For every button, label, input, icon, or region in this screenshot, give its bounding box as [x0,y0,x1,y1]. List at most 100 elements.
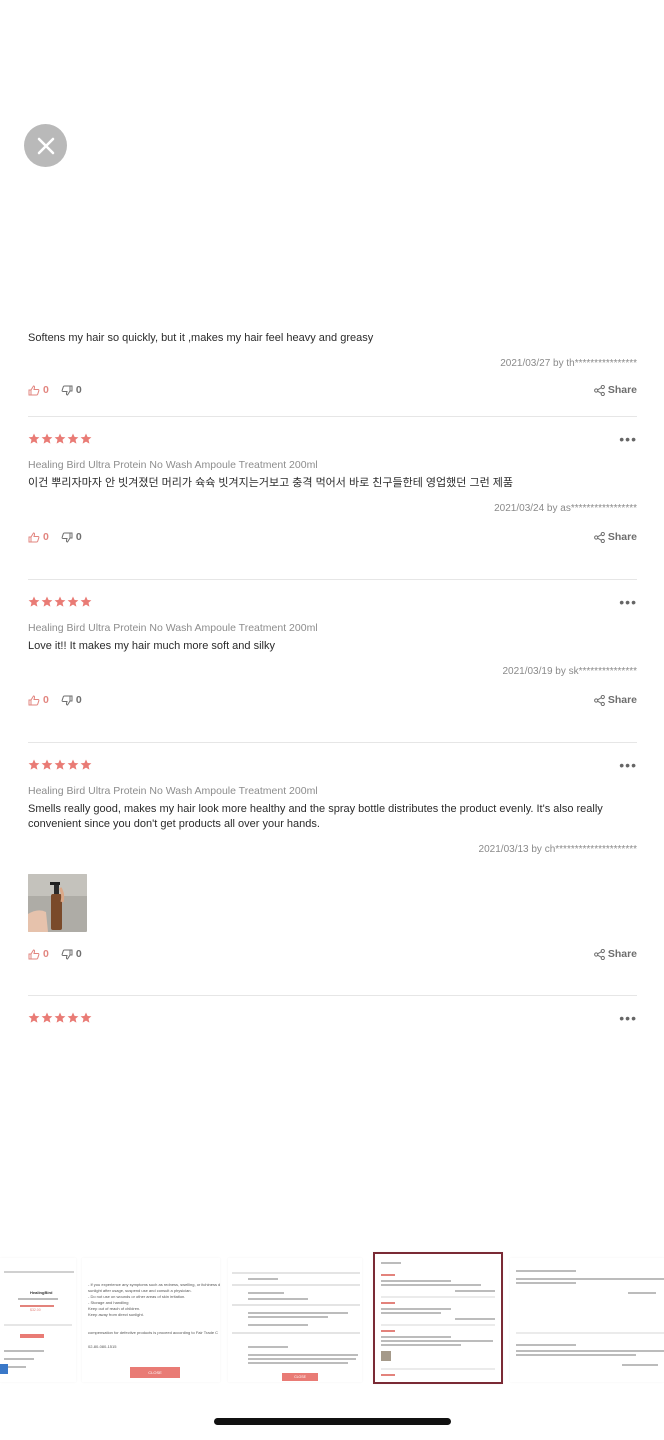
star-icon [41,1012,53,1023]
share-icon [593,694,605,706]
star-icon [41,596,53,607]
like-button[interactable]: 0 [28,384,49,396]
product-name: Healing Bird Ultra Protein No Wash Ampou… [28,622,318,634]
star-rating [28,433,92,445]
star-icon [67,1012,79,1023]
review-meta: 2021/03/13 by ch********************* [478,844,637,855]
share-button[interactable]: Share [593,694,637,706]
image-thumbnail-strip: HealingBird $32.00 - If you experience a… [0,1252,664,1386]
dislike-count: 0 [75,531,82,543]
star-icon [80,759,92,770]
review-text: Smells really good, makes my hair look m… [28,803,603,830]
share-button[interactable]: Share [593,531,637,543]
star-rating [28,1012,92,1024]
dislike-button[interactable]: 0 [61,531,82,543]
review-text: Love it!! It makes my hair much more sof… [28,640,275,652]
thumbs-up-icon [28,384,40,395]
star-icon [54,596,66,607]
share-button[interactable]: Share [593,948,637,960]
dislike-button[interactable]: 0 [61,694,82,706]
star-icon [28,433,40,444]
star-icon [54,1012,66,1023]
star-icon [67,433,79,444]
dislike-count: 0 [75,948,82,960]
thumbs-up-icon [28,694,40,705]
thumbs-up-icon [28,531,40,542]
share-button[interactable]: Share [593,384,637,396]
share-label: Share [607,384,637,396]
thumbs-down-icon [61,949,73,960]
like-count: 0 [43,531,49,543]
share-icon [593,948,605,960]
dislike-count: 0 [75,694,82,706]
review-photo-thumbnail[interactable] [28,874,87,932]
thumbnail-caution-text-6: Keep away from direct sunlight. [88,1312,144,1317]
thumbnail-caution-text-1: - If you experience any symptoms such as… [88,1282,220,1287]
share-icon [593,531,605,543]
close-button[interactable] [24,124,67,167]
review-meta: 2021/03/24 by as***************** [494,503,637,514]
like-count: 0 [43,948,49,960]
thumbnail-compensation-text: compensation for defective products is p… [88,1330,219,1335]
thumbnail-caution-modal[interactable]: - If you experience any symptoms such as… [82,1258,220,1382]
like-button[interactable]: 0 [28,531,49,543]
thumbnail-caution-text-3: - Do not use on wounds or other areas of… [88,1294,186,1299]
star-icon [28,596,40,607]
review-meta: 2021/03/27 by th**************** [500,358,637,369]
review-item: ••• Healing Bird Ultra Protein No Wash A… [28,432,637,580]
review-meta: 2021/03/19 by sk*************** [502,666,637,677]
star-icon [67,596,79,607]
star-icon [41,759,53,770]
star-rating [28,596,92,608]
like-count: 0 [43,384,49,396]
share-label: Share [607,531,637,543]
dislike-button[interactable]: 0 [61,384,82,396]
review-item: Softens my hair so quickly, but it ,make… [28,322,637,417]
thumbs-up-icon [28,948,40,959]
dislike-count: 0 [75,384,82,396]
thumbnail-caution-text-5: Keep out of reach of children. [88,1306,141,1311]
star-icon [41,433,53,444]
thumbnail-brand: HealingBird [30,1290,53,1295]
star-icon [54,433,66,444]
star-icon [80,1012,92,1023]
review-item: ••• Healing Bird Ultra Protein No Wash A… [28,595,637,743]
thumbs-down-icon [61,385,73,396]
thumbnail-caution-text-2: sunlight after usage, suspend use and co… [88,1288,192,1293]
more-options-button[interactable]: ••• [619,432,637,446]
more-options-button[interactable]: ••• [619,758,637,772]
thumbnail-product-info[interactable]: CLOSE [228,1258,362,1382]
thumbnail-close-button: CLOSE [130,1367,180,1378]
like-button[interactable]: 0 [28,694,49,706]
thumbnail-reviews-selected[interactable] [373,1252,503,1384]
more-options-button[interactable]: ••• [619,1011,637,1025]
star-icon [80,433,92,444]
thumbnail-product-page[interactable]: HealingBird $32.00 [0,1258,76,1382]
thumbs-down-icon [61,695,73,706]
review-item: ••• [28,1011,637,1025]
thumbnail-price: $32.00 [30,1308,41,1312]
product-name: Healing Bird Ultra Protein No Wash Ampou… [28,459,318,471]
star-icon [54,759,66,770]
thumbnail-close-button: CLOSE [282,1373,318,1381]
star-rating [28,759,92,771]
star-icon [67,759,79,770]
like-count: 0 [43,694,49,706]
review-item: ••• Healing Bird Ultra Protein No Wash A… [28,758,637,996]
product-name: Healing Bird Ultra Protein No Wash Ampou… [28,785,318,797]
thumbnail-caution-text-4: - Storage and handling [88,1300,129,1305]
share-label: Share [607,948,637,960]
thumbnail-reviews-zoomed[interactable] [510,1258,664,1382]
home-indicator[interactable] [214,1418,451,1425]
more-options-button[interactable]: ••• [619,595,637,609]
star-icon [28,1012,40,1023]
dislike-button[interactable]: 0 [61,948,82,960]
thumbnail-phone: 02-80-080-1515 [88,1344,117,1349]
review-list: Softens my hair so quickly, but it ,make… [28,322,637,1025]
like-button[interactable]: 0 [28,948,49,960]
star-icon [28,759,40,770]
share-icon [593,384,605,396]
star-icon [80,596,92,607]
review-text: 이건 뿌리자마자 안 빗겨졌던 머리가 슉슉 빗겨지는거보고 충격 먹어서 바로… [28,477,514,489]
share-label: Share [607,694,637,706]
